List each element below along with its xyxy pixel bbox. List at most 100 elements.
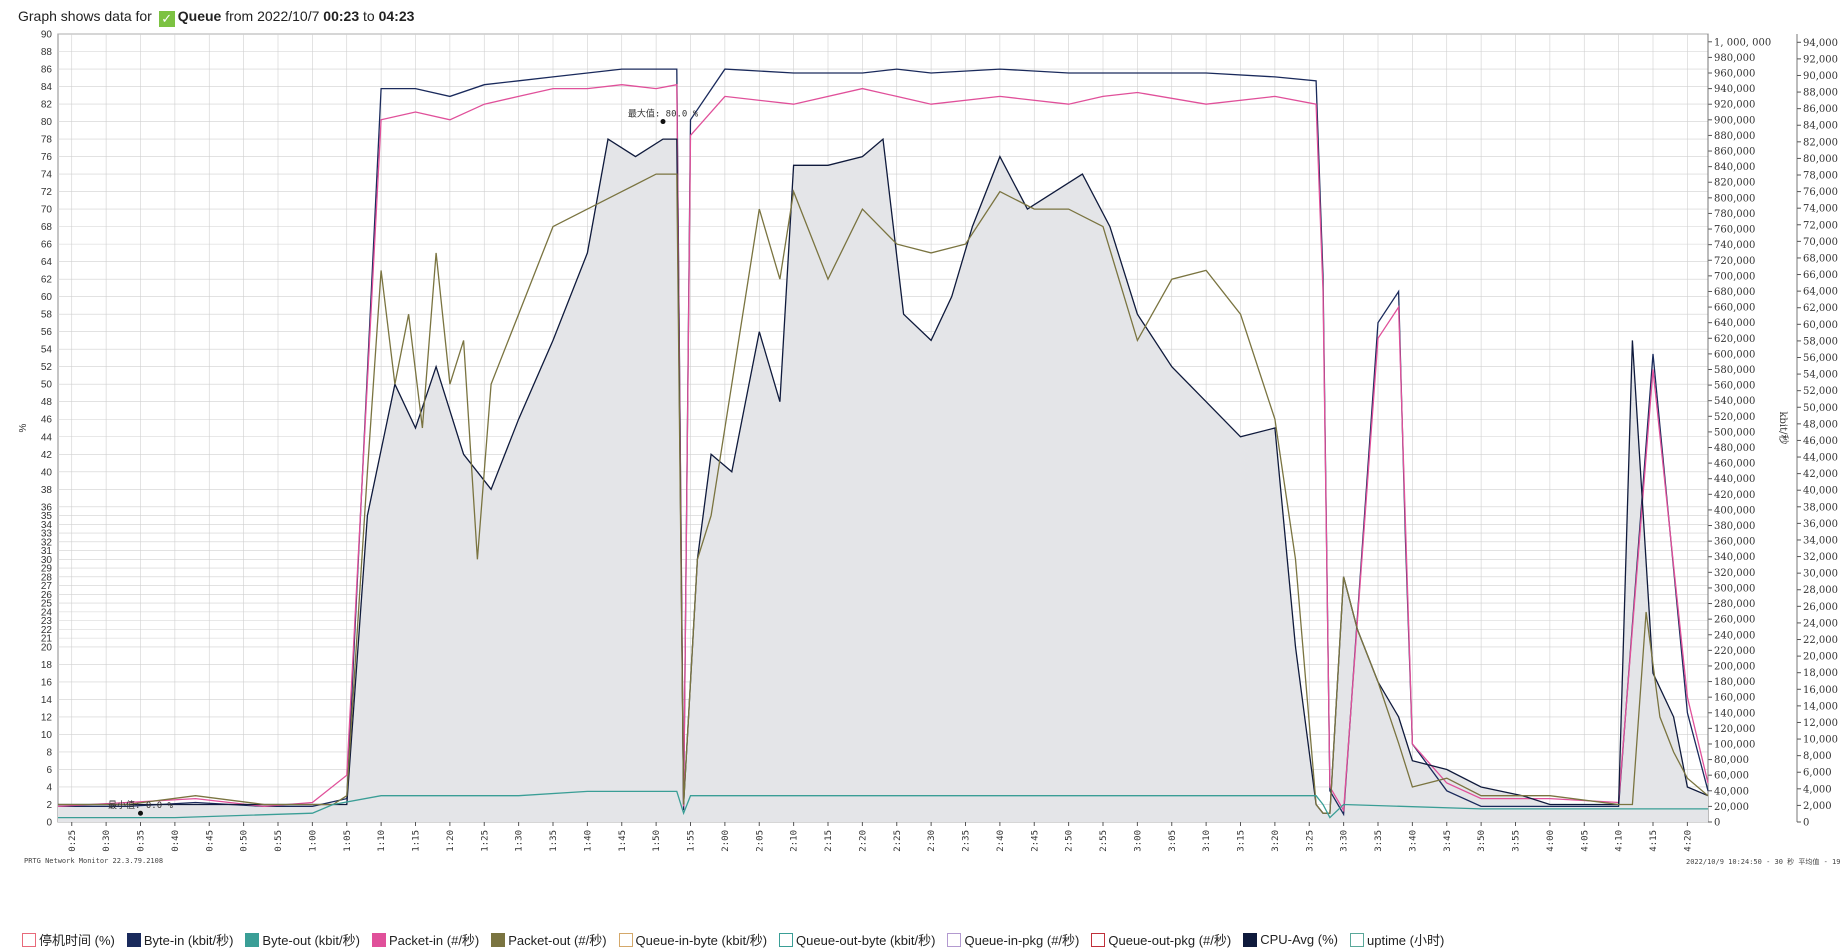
- x-tick-label: 3:25: [1305, 830, 1315, 852]
- x-tick-label: 4:10: [1615, 830, 1625, 852]
- x-tick-label: 1:55: [687, 830, 697, 852]
- y3-tick-label: 42,000: [1803, 469, 1838, 480]
- y2-tick-label: 820,000: [1714, 178, 1755, 189]
- y-tick-label: 88: [41, 47, 53, 58]
- x-tick-label: 3:05: [1168, 830, 1178, 852]
- y2-tick-label: 760,000: [1714, 225, 1755, 236]
- y2-tick-label: 920,000: [1714, 100, 1755, 111]
- y2-axis-label: kbit/秒: [1777, 411, 1790, 444]
- legend-item[interactable]: Byte-in (kbit/秒): [126, 930, 234, 949]
- y2-tick-label: 460,000: [1714, 459, 1755, 470]
- legend-item[interactable]: 停机时间 (%): [22, 930, 115, 949]
- annotation-label: 最小值: 0.0 %: [108, 799, 174, 811]
- y2-tick-label: 880,000: [1714, 131, 1755, 142]
- x-tick-label: 3:40: [1408, 830, 1418, 852]
- y-tick-label: 44: [41, 432, 53, 443]
- legend: 停机时间 (%) Byte-in (kbit/秒) Byte-out (kbit/秒…: [22, 930, 1444, 949]
- x-tick-label: 2:05: [755, 830, 765, 852]
- y-tick-label: 60: [41, 292, 53, 303]
- y-tick-label: 18: [41, 660, 53, 671]
- annotation-marker: [660, 119, 666, 125]
- y3-tick-label: 62,000: [1803, 303, 1838, 314]
- legend-item[interactable]: Queue-in-pkg (#/秒): [947, 930, 1079, 949]
- y3-tick-label: 80,000: [1803, 154, 1838, 165]
- y2-tick-label: 500,000: [1714, 427, 1755, 438]
- legend-label: 停机时间 (%): [39, 933, 115, 948]
- y2-tick-label: 200,000: [1714, 661, 1755, 672]
- legend-label: Byte-in (kbit/秒): [143, 933, 234, 948]
- x-tick-label: 1:45: [618, 830, 628, 852]
- legend-item[interactable]: Queue-in-byte (kbit/秒): [618, 930, 767, 949]
- legend-item[interactable]: Byte-out (kbit/秒): [245, 930, 360, 949]
- chart: 0246810121416182021222324252627282930313…: [18, 30, 1838, 852]
- y3-tick-label: 32,000: [1803, 552, 1838, 563]
- y2-tick-label: 260,000: [1714, 615, 1755, 626]
- x-tick-label: 1:10: [377, 830, 387, 852]
- y-tick-label: 10: [41, 730, 53, 741]
- legend-swatch: [779, 932, 794, 947]
- y3-tick-label: 92,000: [1803, 54, 1838, 65]
- y3-tick-label: 34,000: [1803, 535, 1838, 546]
- y3-tick-label: 84,000: [1803, 121, 1838, 132]
- legend-item[interactable]: Packet-in (#/秒): [371, 930, 479, 949]
- y3-tick-label: 54,000: [1803, 370, 1838, 381]
- annotation-marker: [138, 810, 143, 816]
- y-tick-label: 40: [41, 467, 53, 478]
- legend-swatch: [491, 932, 506, 947]
- y2-tick-label: 440,000: [1714, 474, 1755, 485]
- y2-tick-label: 320,000: [1714, 568, 1755, 579]
- y3-tick-label: 38,000: [1803, 502, 1838, 513]
- x-tick-label: 0:50: [240, 830, 250, 852]
- legend-label: CPU-Avg (%): [1260, 932, 1338, 947]
- legend-swatch: [22, 932, 36, 947]
- y2-tick-label: 800,000: [1714, 193, 1755, 204]
- y-tick-label: 38: [41, 485, 53, 496]
- x-tick-label: 0:35: [137, 830, 147, 852]
- legend-item[interactable]: Queue-out-byte (kbit/秒): [779, 930, 935, 949]
- y2-tick-label: 960,000: [1714, 69, 1755, 80]
- y2-tick-label: 420,000: [1714, 490, 1755, 501]
- legend-swatch: [947, 932, 962, 947]
- y-tick-label: 2: [46, 800, 52, 811]
- y3-tick-label: 14,000: [1803, 701, 1838, 712]
- x-tick-label: 2:25: [893, 830, 903, 852]
- x-tick-label: 0:55: [274, 830, 284, 852]
- x-tick-label: 2:35: [962, 830, 972, 852]
- y2-tick-label: 520,000: [1714, 412, 1755, 423]
- y3-tick-label: 78,000: [1803, 171, 1838, 182]
- x-tick-label: 4:20: [1683, 830, 1693, 852]
- y3-tick-label: 88,000: [1803, 88, 1838, 99]
- y3-tick-label: 72,000: [1803, 220, 1838, 231]
- y2-tick-label: 980,000: [1714, 53, 1755, 64]
- y3-tick-label: 30,000: [1803, 569, 1838, 580]
- legend-item[interactable]: Packet-out (#/秒): [491, 930, 607, 949]
- y-tick-label: 52: [41, 362, 53, 373]
- y-tick-label: 42: [41, 450, 53, 461]
- x-tick-label: 3:35: [1374, 830, 1384, 852]
- legend-item[interactable]: Queue-out-pkg (#/秒): [1091, 930, 1231, 949]
- y-tick-label: 8: [46, 747, 52, 758]
- x-tick-label: 3:30: [1340, 830, 1350, 852]
- y-tick-label: 4: [46, 782, 52, 793]
- y3-tick-label: 56,000: [1803, 353, 1838, 364]
- legend-swatch: [126, 932, 141, 947]
- y-tick-label: 82: [41, 100, 53, 111]
- x-tick-label: 0:30: [102, 830, 112, 852]
- y3-tick-label: 48,000: [1803, 419, 1838, 430]
- y-tick-label: 84: [41, 82, 53, 93]
- legend-swatch: [1243, 932, 1258, 947]
- y-tick-label: 76: [41, 152, 53, 163]
- x-tick-label: 1:20: [446, 830, 456, 852]
- y-tick-label: 74: [41, 170, 53, 181]
- y-tick-label: 54: [41, 345, 53, 356]
- legend-item[interactable]: CPU-Avg (%): [1243, 930, 1338, 949]
- annotation-label: 最大值: 80.0 %: [628, 108, 699, 120]
- y2-tick-label: 620,000: [1714, 334, 1755, 345]
- x-tick-label: 1:00: [308, 830, 318, 852]
- y3-tick-label: 74,000: [1803, 204, 1838, 215]
- y3-tick-label: 10,000: [1803, 735, 1838, 746]
- legend-item[interactable]: uptime (小时): [1350, 930, 1444, 949]
- x-tick-label: 0:40: [171, 830, 181, 852]
- y3-tick-label: 60,000: [1803, 320, 1838, 331]
- y-tick-label: 72: [41, 187, 53, 198]
